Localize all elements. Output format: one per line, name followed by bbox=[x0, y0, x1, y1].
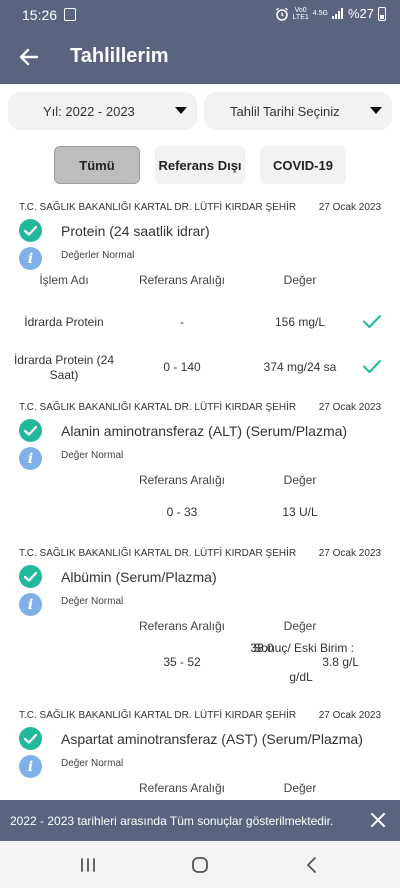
tab-all[interactable]: Tümü bbox=[54, 146, 140, 184]
header-range: Referans Aralığı bbox=[138, 781, 226, 795]
check-icon bbox=[363, 360, 381, 373]
battery-percent: %27 bbox=[347, 6, 374, 21]
results-list[interactable]: T.C. SAĞLIK BAKANLIĞI KARTAL DR. LÜTFİ K… bbox=[0, 196, 400, 800]
network-bottom: LTE1 bbox=[292, 13, 309, 21]
year-dropdown[interactable]: Yıl: 2022 - 2023 bbox=[8, 92, 197, 130]
home-icon bbox=[192, 857, 208, 873]
row-range: 35 - 52 bbox=[163, 655, 201, 669]
check-circle-icon bbox=[19, 219, 42, 242]
check-circle-icon bbox=[19, 565, 42, 588]
hospital-name: T.C. SAĞLIK BAKANLIĞI KARTAL DR. LÜTFİ K… bbox=[19, 710, 297, 721]
year-dropdown-label: Yıl: 2022 - 2023 bbox=[43, 104, 135, 119]
header-range: Referans Aralığı bbox=[138, 619, 226, 633]
row-value-unit: g/dL bbox=[289, 670, 313, 684]
back-button[interactable] bbox=[14, 42, 44, 72]
status-text: Değerler Normal bbox=[61, 250, 135, 261]
row-value: 374 mg/24 sa bbox=[263, 360, 337, 374]
info-icon[interactable]: i bbox=[19, 447, 42, 470]
status-icons: Vo0 LTE1 4.5G %27 bbox=[275, 6, 386, 21]
tab-covid[interactable]: COVID-19 bbox=[260, 146, 346, 184]
result-card[interactable]: T.C. SAĞLIK BAKANLIĞI KARTAL DR. LÜTFİ K… bbox=[0, 196, 400, 401]
status-text: Değer Normal bbox=[61, 758, 124, 769]
hospital-name: T.C. SAĞLIK BAKANLIĞI KARTAL DR. LÜTFİ K… bbox=[19, 402, 297, 413]
system-nav-bar bbox=[0, 841, 400, 888]
check-circle-icon bbox=[19, 419, 42, 442]
status-bar: 15:26 Vo0 LTE1 4.5G %27 bbox=[0, 0, 400, 30]
signal-icon bbox=[331, 8, 343, 19]
page-title: Tahlillerim bbox=[70, 45, 169, 67]
result-date: 27 Ocak 2023 bbox=[318, 202, 381, 213]
info-icon[interactable]: i bbox=[19, 247, 42, 270]
snackbar-message: 2022 - 2023 tarihleri arasında Tüm sonuç… bbox=[10, 814, 334, 828]
snackbar: 2022 - 2023 tarihleri arasında Tüm sonuç… bbox=[0, 800, 400, 841]
row-range: - bbox=[180, 315, 184, 329]
info-icon[interactable]: i bbox=[19, 755, 42, 778]
caret-down-icon bbox=[175, 107, 187, 114]
notification-icon bbox=[64, 8, 76, 21]
result-date: 27 Ocak 2023 bbox=[318, 548, 381, 559]
close-icon[interactable] bbox=[368, 810, 388, 830]
result-date: 27 Ocak 2023 bbox=[318, 402, 381, 413]
network-top: Vo0 bbox=[294, 6, 307, 14]
test-name: Aspartat aminotransferaz (AST) (Serum/Pl… bbox=[61, 731, 363, 747]
recent-apps-icon bbox=[81, 858, 95, 872]
row-range: 0 - 33 bbox=[166, 505, 198, 519]
status-time: 15:26 bbox=[22, 7, 58, 23]
result-card[interactable]: T.C. SAĞLIK BAKANLIĞI KARTAL DR. LÜTFİ K… bbox=[0, 704, 400, 800]
header-range: Referans Aralığı bbox=[138, 473, 226, 487]
header-name: İşlem Adı bbox=[39, 273, 89, 287]
row-value: 156 mg/L bbox=[274, 315, 326, 329]
date-dropdown[interactable]: Tahlil Tarihi Seçiniz bbox=[204, 92, 392, 130]
hospital-name: T.C. SAĞLIK BAKANLIĞI KARTAL DR. LÜTFİ K… bbox=[19, 202, 297, 213]
row-name: İdrarda Protein (24 Saat) bbox=[13, 353, 115, 382]
info-icon[interactable]: i bbox=[19, 593, 42, 616]
result-card[interactable]: T.C. SAĞLIK BAKANLIĞI KARTAL DR. LÜTFİ K… bbox=[0, 396, 400, 542]
status-text: Değer Normal bbox=[61, 450, 124, 461]
back-nav-button[interactable] bbox=[301, 854, 323, 876]
alarm-icon bbox=[275, 7, 288, 21]
arrow-left-icon bbox=[19, 48, 39, 66]
result-date: 27 Ocak 2023 bbox=[318, 710, 381, 721]
app-bar: Tahlillerim bbox=[0, 30, 400, 84]
old-unit-value: 3.8 g/L bbox=[322, 655, 359, 669]
network-gen: 4.5G bbox=[312, 10, 328, 17]
check-icon bbox=[363, 315, 381, 328]
result-card[interactable]: T.C. SAĞLIK BAKANLIĞI KARTAL DR. LÜTFİ K… bbox=[0, 542, 400, 704]
chevron-left-icon bbox=[307, 857, 316, 873]
recent-apps-button[interactable] bbox=[77, 854, 99, 876]
header-value: Değer bbox=[283, 619, 317, 633]
row-value: 13 U/L bbox=[282, 505, 318, 519]
check-circle-icon bbox=[19, 727, 42, 750]
network-label: Vo0 LTE1 bbox=[293, 7, 309, 21]
row-range: 0 - 140 bbox=[163, 360, 201, 374]
test-name: Albümin (Serum/Plazma) bbox=[61, 569, 217, 585]
battery-icon bbox=[378, 6, 386, 21]
status-text: Değer Normal bbox=[61, 596, 124, 607]
header-range: Referans Aralığı bbox=[138, 273, 226, 287]
test-name: Alanin aminotransferaz (ALT) (Serum/Plaz… bbox=[61, 423, 348, 439]
header-value: Değer bbox=[283, 781, 317, 795]
old-unit-label: Sonuç/ Eski Birim : bbox=[253, 641, 354, 655]
tab-out-of-range[interactable]: Referans Dışı bbox=[155, 146, 245, 184]
row-name: İdrarda Protein bbox=[24, 315, 104, 329]
header-value: Değer bbox=[283, 473, 317, 487]
hospital-name: T.C. SAĞLIK BAKANLIĞI KARTAL DR. LÜTFİ K… bbox=[19, 548, 297, 559]
home-button[interactable] bbox=[189, 854, 211, 876]
test-name: Protein (24 saatlik idrar) bbox=[61, 223, 210, 239]
date-dropdown-label: Tahlil Tarihi Seçiniz bbox=[230, 104, 340, 119]
caret-down-icon bbox=[370, 107, 382, 114]
header-value: Değer bbox=[283, 273, 317, 287]
